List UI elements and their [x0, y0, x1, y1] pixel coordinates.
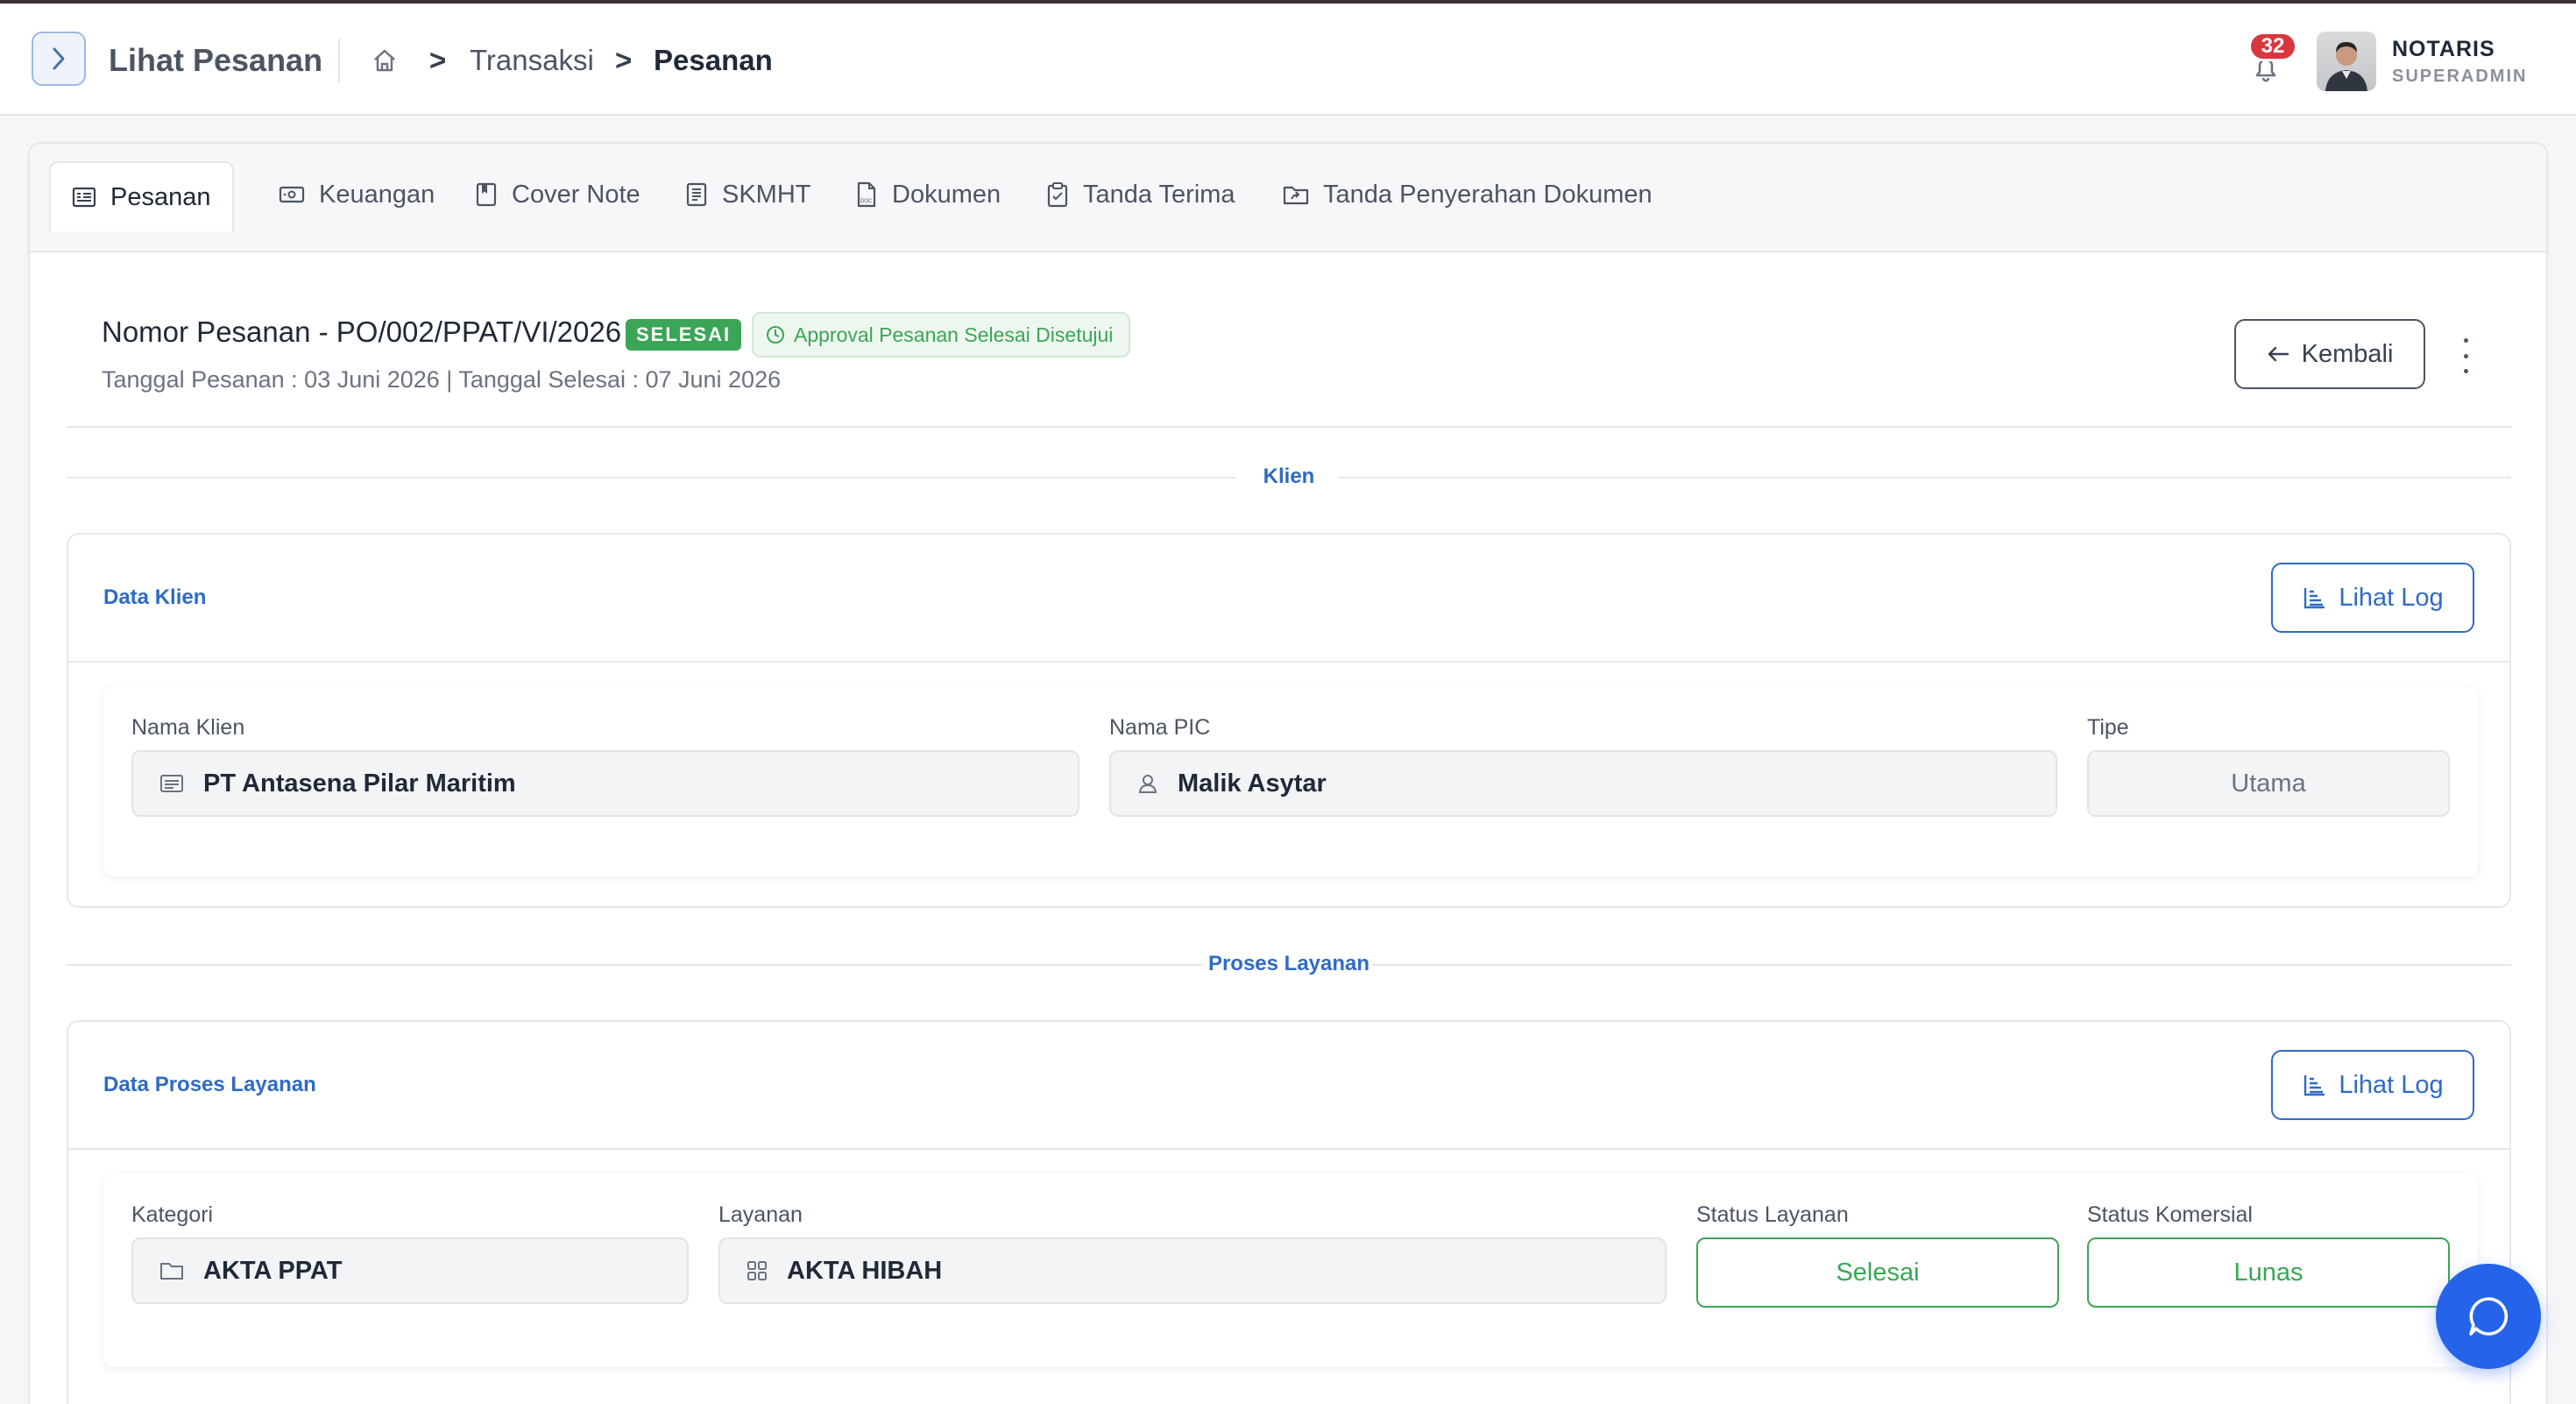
tab-label: Cover Note — [512, 180, 640, 209]
category-field: AKTA PPAT — [131, 1237, 689, 1304]
pic-name-value: Malik Asytar — [1178, 769, 1327, 798]
back-button-label: Kembali — [2301, 339, 2394, 368]
section-label: Klien — [1263, 464, 1315, 488]
approval-status-chip: Approval Pesanan Selesai Disetujui — [752, 312, 1131, 358]
panel-header: Data Proses Layanan Lihat Log — [68, 1022, 2509, 1150]
tab-pesanan[interactable]: Pesanan — [49, 161, 234, 231]
id-card-icon — [160, 775, 183, 792]
money-icon — [279, 186, 305, 203]
order-dates: Tanggal Pesanan : 03 Juni 2026 | Tanggal… — [102, 366, 782, 393]
tab-label: Keuangan — [319, 180, 435, 209]
view-log-button[interactable]: Lihat Log — [2271, 563, 2474, 633]
user-role: SUPERADMIN — [2392, 67, 2528, 86]
section-divider-proses-layanan: Proses Layanan — [67, 952, 2511, 978]
commercial-status-field: Lunas — [2087, 1237, 2450, 1308]
doc-file-icon: DOC — [857, 181, 876, 208]
field-label: Kategori — [131, 1202, 214, 1227]
chevron-right-icon — [53, 47, 65, 70]
order-list-icon — [72, 187, 96, 208]
arrow-left-icon — [2268, 346, 2289, 362]
tab-label: Dokumen — [892, 180, 1001, 209]
page-title: Lihat Pesanan — [109, 42, 323, 78]
client-type-value: Utama — [2231, 769, 2306, 798]
category-value: AKTA PPAT — [203, 1256, 343, 1285]
chat-bubble-icon — [2469, 1297, 2509, 1336]
panel-title: Data Proses Layanan — [103, 1073, 316, 1096]
sidebar-toggle-button[interactable] — [32, 32, 86, 86]
field-label: Status Layanan — [1696, 1202, 1849, 1227]
tab-cover-note[interactable]: Cover Note — [454, 161, 662, 228]
bookmark-icon — [476, 182, 497, 207]
svg-text:DOC: DOC — [860, 199, 873, 204]
view-log-label: Lihat Log — [2339, 583, 2444, 612]
field-label: Tipe — [2087, 715, 2129, 740]
divider — [67, 426, 2511, 428]
folder-share-icon — [1283, 186, 1309, 205]
status-badge: SELESAI — [626, 319, 742, 351]
service-fields-card: Kategori AKTA PPAT Layanan AKTA HIBAH St… — [103, 1174, 2478, 1367]
view-log-button[interactable]: Lihat Log — [2271, 1050, 2474, 1120]
tab-label: Pesanan — [110, 182, 211, 211]
client-data-panel: Data Klien Lihat Log Nama Klien PT Antas… — [67, 533, 2511, 908]
folder-icon — [160, 1263, 183, 1280]
panel-title: Data Klien — [103, 585, 207, 609]
approval-text: Approval Pesanan Selesai Disetujui — [794, 323, 1114, 346]
field-label: Nama Klien — [131, 715, 245, 740]
tab-label: SKMHT — [722, 180, 811, 209]
service-process-panel: Data Proses Layanan Lihat Log Kategori A… — [67, 1020, 2511, 1404]
breadcrumb-separator: > — [615, 44, 633, 76]
grid-icon — [747, 1261, 767, 1280]
clock-icon — [767, 326, 784, 344]
breadcrumb-separator: > — [429, 44, 447, 76]
client-fields-card: Nama Klien PT Antasena Pilar Maritim Nam… — [103, 687, 2478, 876]
pic-name-field: Malik Asytar — [1109, 750, 2057, 817]
commercial-status-value: Lunas — [2233, 1258, 2304, 1287]
tab-tanda-penyerahan-dokumen[interactable]: Tanda Penyerahan Dokumen — [1262, 161, 1674, 228]
log-list-icon — [2304, 1075, 2325, 1096]
clipboard-icon — [1047, 182, 1068, 208]
breadcrumb-transaksi[interactable]: Transaksi — [470, 44, 594, 77]
view-log-label: Lihat Log — [2339, 1070, 2444, 1099]
header-divider — [338, 39, 340, 82]
order-number-title: Nomor Pesanan - PO/002/PPAT/VI/2026 — [102, 316, 622, 348]
document-text-icon — [686, 182, 707, 207]
top-header: Lihat Pesanan > Transaksi > Pesanan 32 N… — [0, 4, 2576, 116]
tab-skmht[interactable]: SKMHT — [664, 161, 832, 228]
tab-label: Tanda Penyerahan Dokumen — [1323, 180, 1652, 209]
section-label: Proses Layanan — [1207, 952, 1370, 975]
client-name-field: PT Antasena Pilar Maritim — [131, 750, 1079, 817]
notification-count-badge: 32 — [2248, 32, 2297, 61]
field-label: Layanan — [718, 1202, 803, 1227]
service-value: AKTA HIBAH — [787, 1256, 943, 1285]
field-label: Nama PIC — [1109, 715, 1211, 740]
home-icon[interactable] — [372, 47, 398, 78]
tab-label: Tanda Terima — [1083, 180, 1235, 209]
tab-tanda-terima[interactable]: Tanda Terima — [1025, 161, 1256, 228]
tab-bar: Pesanan Keuangan Cover Note SKMHT DOC Do… — [30, 144, 2546, 252]
panel-header: Data Klien Lihat Log — [68, 535, 2509, 663]
service-status-value: Selesai — [1836, 1258, 1920, 1287]
back-button[interactable]: Kembali — [2234, 319, 2425, 389]
avatar[interactable] — [2317, 32, 2376, 91]
user-name: NOTARIS — [2392, 37, 2495, 61]
log-list-icon — [2304, 588, 2325, 609]
service-status-field: Selesai — [1696, 1237, 2059, 1308]
field-label: Status Komersial — [2087, 1202, 2253, 1227]
client-type-field: Utama — [2087, 750, 2450, 817]
chat-button[interactable] — [2436, 1264, 2541, 1369]
client-name-value: PT Antasena Pilar Maritim — [203, 769, 516, 798]
service-field: AKTA HIBAH — [718, 1237, 1667, 1304]
breadcrumb-pesanan: Pesanan — [654, 44, 773, 76]
more-options-icon[interactable] — [2457, 338, 2474, 373]
tab-keuangan[interactable]: Keuangan — [258, 161, 456, 228]
user-icon — [1138, 775, 1157, 793]
section-divider-klien: Klien — [67, 464, 2511, 491]
tab-dokumen[interactable]: DOC Dokumen — [834, 161, 1022, 228]
order-detail-card: Pesanan Keuangan Cover Note SKMHT DOC Do… — [28, 142, 2548, 1404]
